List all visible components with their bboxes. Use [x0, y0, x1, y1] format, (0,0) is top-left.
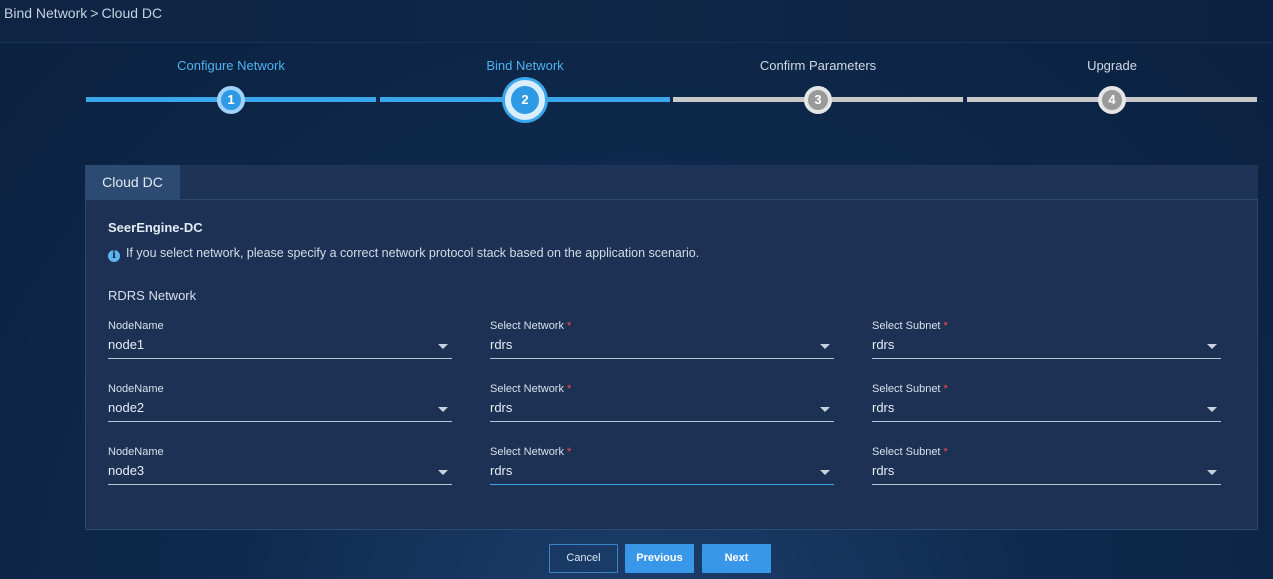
wizard-stepper: Configure Network 1 Bind Network 2 Confi… [86, 55, 1257, 125]
selected-value: node1 [108, 337, 145, 352]
selected-value: rdrs [490, 337, 513, 352]
info-icon: i [108, 250, 120, 262]
selected-value: node3 [108, 463, 145, 478]
field-label: Select Subnet * [872, 320, 948, 332]
chevron-down-icon[interactable] [438, 407, 448, 412]
select-subnet-select[interactable]: Select Subnet * rdrs [872, 383, 1221, 423]
field-label: NodeName [108, 320, 164, 332]
required-mark: * [943, 320, 948, 332]
breadcrumb-parent[interactable]: Bind Network [4, 5, 87, 21]
cancel-button[interactable]: Cancel [549, 544, 618, 573]
step-bind-network: Bind Network 2 [380, 55, 670, 125]
field-label: NodeName [108, 446, 164, 458]
field-label: Select Network * [490, 320, 571, 332]
field-label: Select Network * [490, 446, 571, 458]
selected-value: rdrs [490, 463, 513, 478]
field-label-text: Select Network [490, 446, 564, 458]
field-label: Select Network * [490, 383, 571, 395]
selected-value: rdrs [872, 400, 895, 415]
step-label: Configure Network [177, 58, 285, 73]
select-value[interactable]: node1 [108, 338, 452, 359]
selected-value: rdrs [872, 463, 895, 478]
chevron-down-icon[interactable] [820, 407, 830, 412]
notice-message: i If you select network, please specify a… [108, 246, 699, 262]
select-value[interactable]: rdrs [872, 464, 1221, 485]
chevron-down-icon[interactable] [1207, 344, 1217, 349]
select-network-select[interactable]: Select Network * rdrs [490, 446, 834, 486]
chevron-down-icon[interactable] [438, 344, 448, 349]
select-subnet-select[interactable]: Select Subnet * rdrs [872, 446, 1221, 486]
step-label: Bind Network [486, 58, 564, 73]
select-value[interactable]: rdrs [490, 464, 834, 485]
tab-cloud-dc[interactable]: Cloud DC [85, 165, 180, 199]
step-label: Confirm Parameters [759, 58, 877, 73]
field-label: NodeName [108, 383, 164, 395]
node-name-select[interactable]: NodeName node2 [108, 383, 452, 423]
field-label: Select Subnet * [872, 383, 948, 395]
selected-value: node2 [108, 400, 145, 415]
select-value[interactable]: rdrs [490, 401, 834, 422]
select-subnet-select[interactable]: Select Subnet * rdrs [872, 320, 1221, 360]
step-number-badge: 3 [804, 86, 832, 114]
field-label: Select Subnet * [872, 446, 948, 458]
select-value[interactable]: rdrs [872, 338, 1221, 359]
required-mark: * [566, 446, 572, 458]
chevron-down-icon[interactable] [1207, 407, 1217, 412]
next-button[interactable]: Next [702, 544, 771, 573]
selected-value: rdrs [872, 337, 895, 352]
breadcrumb-current: Cloud DC [101, 5, 163, 21]
field-label-text: Select Network [490, 383, 564, 395]
notice-text: If you select network, please specify a … [126, 246, 700, 260]
step-label: Upgrade [1087, 58, 1137, 73]
panel-heading: SeerEngine-DC [108, 220, 203, 235]
select-value[interactable]: node3 [108, 464, 452, 485]
field-label-text: Select Subnet [872, 446, 941, 458]
field-label-text: Select Network [490, 320, 564, 332]
field-label-text: Select Subnet [872, 383, 941, 395]
required-mark: * [566, 383, 572, 395]
chevron-down-icon[interactable] [438, 470, 448, 475]
selected-value: rdrs [490, 400, 513, 415]
select-value[interactable]: rdrs [872, 401, 1221, 422]
previous-button[interactable]: Previous [625, 544, 694, 573]
step-configure-network: Configure Network 1 [86, 55, 376, 125]
top-header [0, 0, 1273, 43]
required-mark: * [943, 446, 948, 458]
chevron-down-icon[interactable] [820, 344, 830, 349]
select-network-select[interactable]: Select Network * rdrs [490, 320, 834, 360]
required-mark: * [943, 383, 948, 395]
tab-strip [180, 165, 1258, 199]
step-upgrade: Upgrade 4 [967, 55, 1257, 125]
select-network-select[interactable]: Select Network * rdrs [490, 383, 834, 423]
required-mark: * [566, 320, 572, 332]
select-value[interactable]: rdrs [490, 338, 834, 359]
breadcrumb: Bind Network > Cloud DC [4, 5, 162, 21]
step-number-badge: 2 [505, 80, 545, 120]
step-confirm-parameters: Confirm Parameters 3 [673, 55, 963, 125]
step-number-badge: 1 [217, 86, 245, 114]
step-number-badge: 4 [1098, 86, 1126, 114]
field-label-text: Select Subnet [872, 320, 941, 332]
chevron-down-icon[interactable] [1207, 470, 1217, 475]
node-name-select[interactable]: NodeName node1 [108, 320, 452, 360]
section-title: RDRS Network [108, 288, 197, 303]
select-value[interactable]: node2 [108, 401, 452, 422]
chevron-down-icon[interactable] [820, 470, 830, 475]
breadcrumb-separator: > [90, 5, 99, 21]
node-name-select[interactable]: NodeName node3 [108, 446, 452, 486]
bind-network-panel: SeerEngine-DC i If you select network, pl… [85, 199, 1258, 530]
